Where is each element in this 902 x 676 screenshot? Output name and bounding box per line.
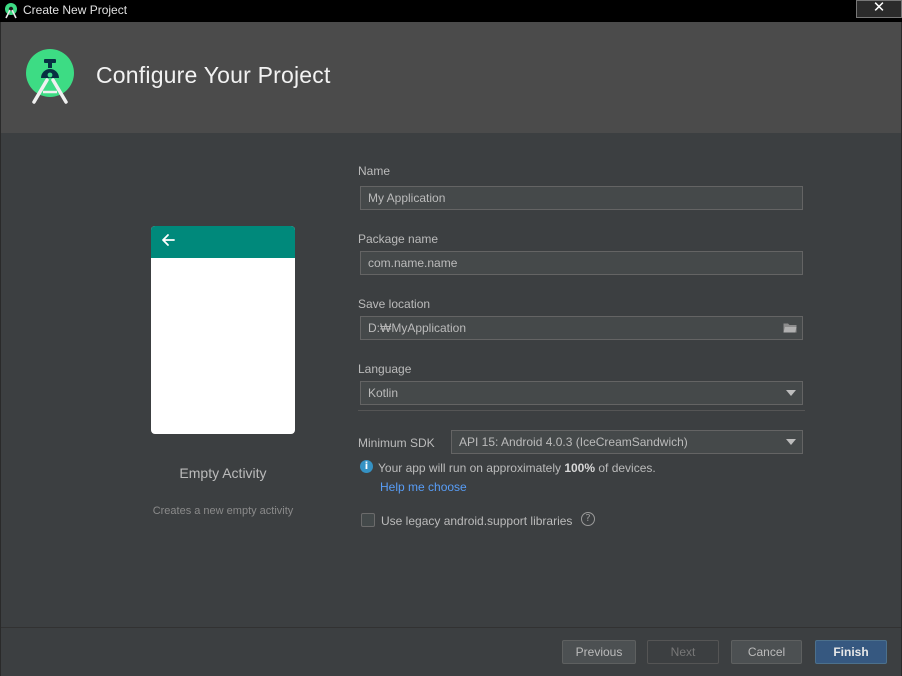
chevron-down-icon [786, 439, 796, 445]
save-location-field[interactable]: D:₩MyApplication [360, 316, 803, 340]
name-field[interactable]: My Application [360, 186, 803, 210]
package-name-label: Package name [358, 232, 439, 246]
folder-icon[interactable] [783, 322, 797, 333]
cancel-button[interactable]: Cancel [731, 640, 802, 664]
title-bar: Create New Project ✕ [0, 0, 902, 22]
android-studio-logo-icon [26, 49, 74, 104]
legacy-support-checkbox[interactable] [361, 513, 375, 527]
device-coverage-text: Your app will run on approximately 100% … [378, 461, 656, 475]
activity-preview [151, 226, 295, 434]
help-me-choose-link[interactable]: Help me choose [380, 480, 467, 494]
next-button[interactable]: Next [647, 640, 719, 664]
save-location-value: D:₩MyApplication [368, 321, 467, 335]
info-icon: i [360, 460, 373, 473]
info-suffix: of devices. [595, 461, 656, 475]
dialog-header: Configure Your Project [1, 22, 901, 133]
android-studio-icon [5, 3, 17, 19]
main-panel: Empty Activity Creates a new empty activ… [1, 133, 901, 628]
info-prefix: Your app will run on approximately [378, 461, 565, 475]
name-label: Name [358, 164, 391, 178]
finish-button[interactable]: Finish [815, 640, 887, 664]
separator [358, 410, 805, 411]
language-label: Language [358, 362, 412, 376]
chevron-down-icon [786, 390, 796, 396]
legacy-support-label[interactable]: Use legacy android.support libraries [381, 514, 572, 528]
minimum-sdk-dropdown[interactable]: API 15: Android 4.0.3 (IceCreamSandwich) [451, 430, 803, 454]
previous-button[interactable]: Previous [562, 640, 636, 664]
window-title: Create New Project [23, 3, 128, 17]
close-icon: ✕ [872, 0, 886, 16]
page-title: Configure Your Project [96, 62, 331, 88]
activity-description: Creates a new empty activity [152, 505, 294, 517]
language-value: Kotlin [368, 386, 399, 400]
info-percent: 100% [564, 461, 596, 475]
minimum-sdk-value: API 15: Android 4.0.3 (IceCreamSandwich) [459, 435, 688, 449]
activity-name: Empty Activity [179, 465, 267, 481]
arrow-left-icon [162, 234, 175, 246]
package-name-field[interactable]: com.name.name [360, 251, 803, 275]
minimum-sdk-label: Minimum SDK [358, 436, 435, 450]
save-location-label: Save location [358, 297, 431, 311]
question-icon[interactable]: ? [581, 512, 595, 526]
close-button[interactable]: ✕ [856, 0, 902, 18]
dialog-footer: Previous Next Cancel Finish [1, 629, 901, 676]
language-dropdown[interactable]: Kotlin [360, 381, 803, 405]
preview-app-bar [151, 226, 295, 258]
